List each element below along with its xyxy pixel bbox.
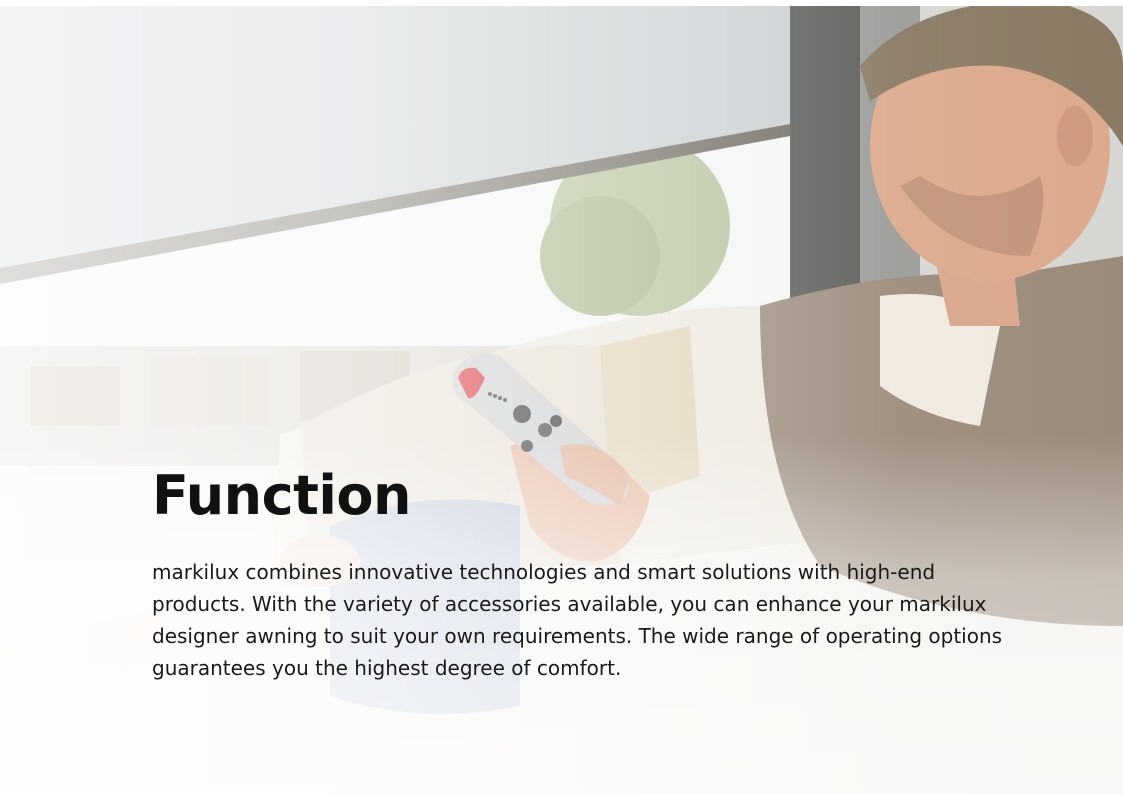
page-title: Function (152, 464, 411, 527)
hero-banner: Function markilux combines innovative te… (0, 6, 1123, 794)
hero-content: Function markilux combines innovative te… (152, 458, 1032, 684)
intro-paragraph: markilux combines innovative technologie… (152, 560, 1003, 680)
